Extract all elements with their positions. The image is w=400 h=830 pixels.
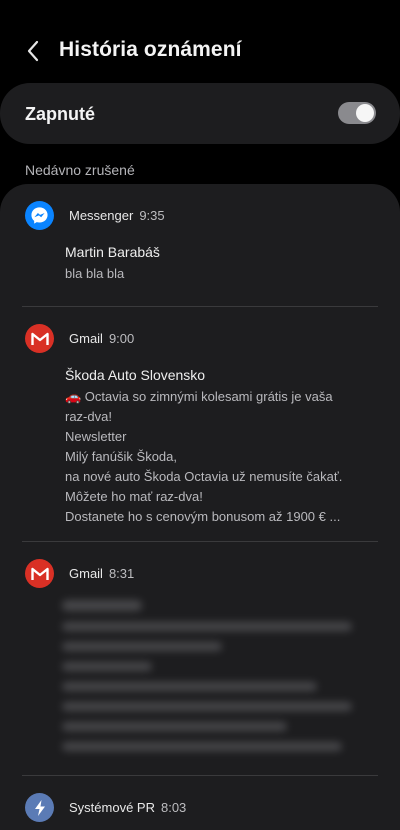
blurred-line <box>62 722 287 731</box>
notification-time: 9:00 <box>108 331 135 346</box>
notification-history-screen: História oznámení Zapnuté Nedávno zrušen… <box>0 0 400 830</box>
toggle-label: Zapnuté <box>25 104 95 124</box>
body-line: Newsletter <box>65 429 127 444</box>
blurred-line <box>62 702 352 711</box>
notification-time: 9:35 <box>139 208 165 223</box>
app-name: Messenger 9:35 <box>69 208 165 223</box>
notification-title: Škoda Auto Slovensko <box>65 367 206 383</box>
blurred-line <box>62 642 222 651</box>
blurred-line <box>62 600 142 611</box>
notification-time: 8:03 <box>160 800 187 815</box>
notification-item[interactable]: Systémové PR 8:03 <box>0 776 400 830</box>
chevron-left-icon <box>27 40 39 62</box>
app-name: Systémové PR 8:03 <box>69 800 186 815</box>
app-name-text: Gmail <box>69 331 103 346</box>
notification-body: 🚗 Octavia so zimnými kolesami grátis je … <box>65 387 375 527</box>
body-line: Milý fanúšik Škoda, <box>65 449 177 464</box>
section-label: Nedávno zrušené <box>25 162 135 178</box>
notification-item[interactable]: Gmail 9:00 Škoda Auto Slovensko 🚗 Octavia… <box>0 307 400 541</box>
notification-list: Messenger 9:35 Martin Barabáš bla bla bla… <box>0 184 400 830</box>
notification-body: bla bla bla <box>65 264 375 284</box>
switch-knob <box>356 104 374 122</box>
enable-toggle-row[interactable]: Zapnuté <box>0 83 400 144</box>
notification-title: Martin Barabáš <box>65 244 160 260</box>
body-line: raz-dva! <box>65 409 112 424</box>
notification-item[interactable]: Gmail 8:31 <box>0 542 400 776</box>
blurred-line <box>62 662 152 671</box>
page-title: História oznámení <box>59 38 242 61</box>
header: História oznámení <box>0 28 400 72</box>
blurred-content <box>62 600 362 751</box>
app-name-text: Systémové PR <box>69 800 155 815</box>
app-name-text: Gmail <box>69 566 103 581</box>
messenger-icon <box>25 201 54 230</box>
enable-switch[interactable] <box>338 102 376 124</box>
notification-time: 8:31 <box>108 566 135 581</box>
blurred-line <box>62 622 352 631</box>
blurred-line <box>62 682 317 691</box>
body-line: na nové auto Škoda Octavia už nemusíte č… <box>65 469 343 484</box>
gmail-icon <box>25 324 54 353</box>
app-name-text: Messenger <box>69 208 134 223</box>
blurred-line <box>62 742 342 751</box>
body-line: Dostanete ho s cenovým bonusom až 1900 €… <box>65 509 341 524</box>
notification-item[interactable]: Messenger 9:35 Martin Barabáš bla bla bla <box>0 184 400 306</box>
lightning-icon <box>25 793 54 822</box>
body-line: 🚗 Octavia so zimnými kolesami grátis je … <box>65 389 333 404</box>
app-name: Gmail 8:31 <box>69 566 134 581</box>
body-line: Môžete ho mať raz-dva! <box>65 489 203 504</box>
body-line: bla bla bla <box>65 266 125 281</box>
gmail-icon <box>25 559 54 588</box>
app-name: Gmail 9:00 <box>69 331 134 346</box>
back-button[interactable] <box>16 34 50 68</box>
